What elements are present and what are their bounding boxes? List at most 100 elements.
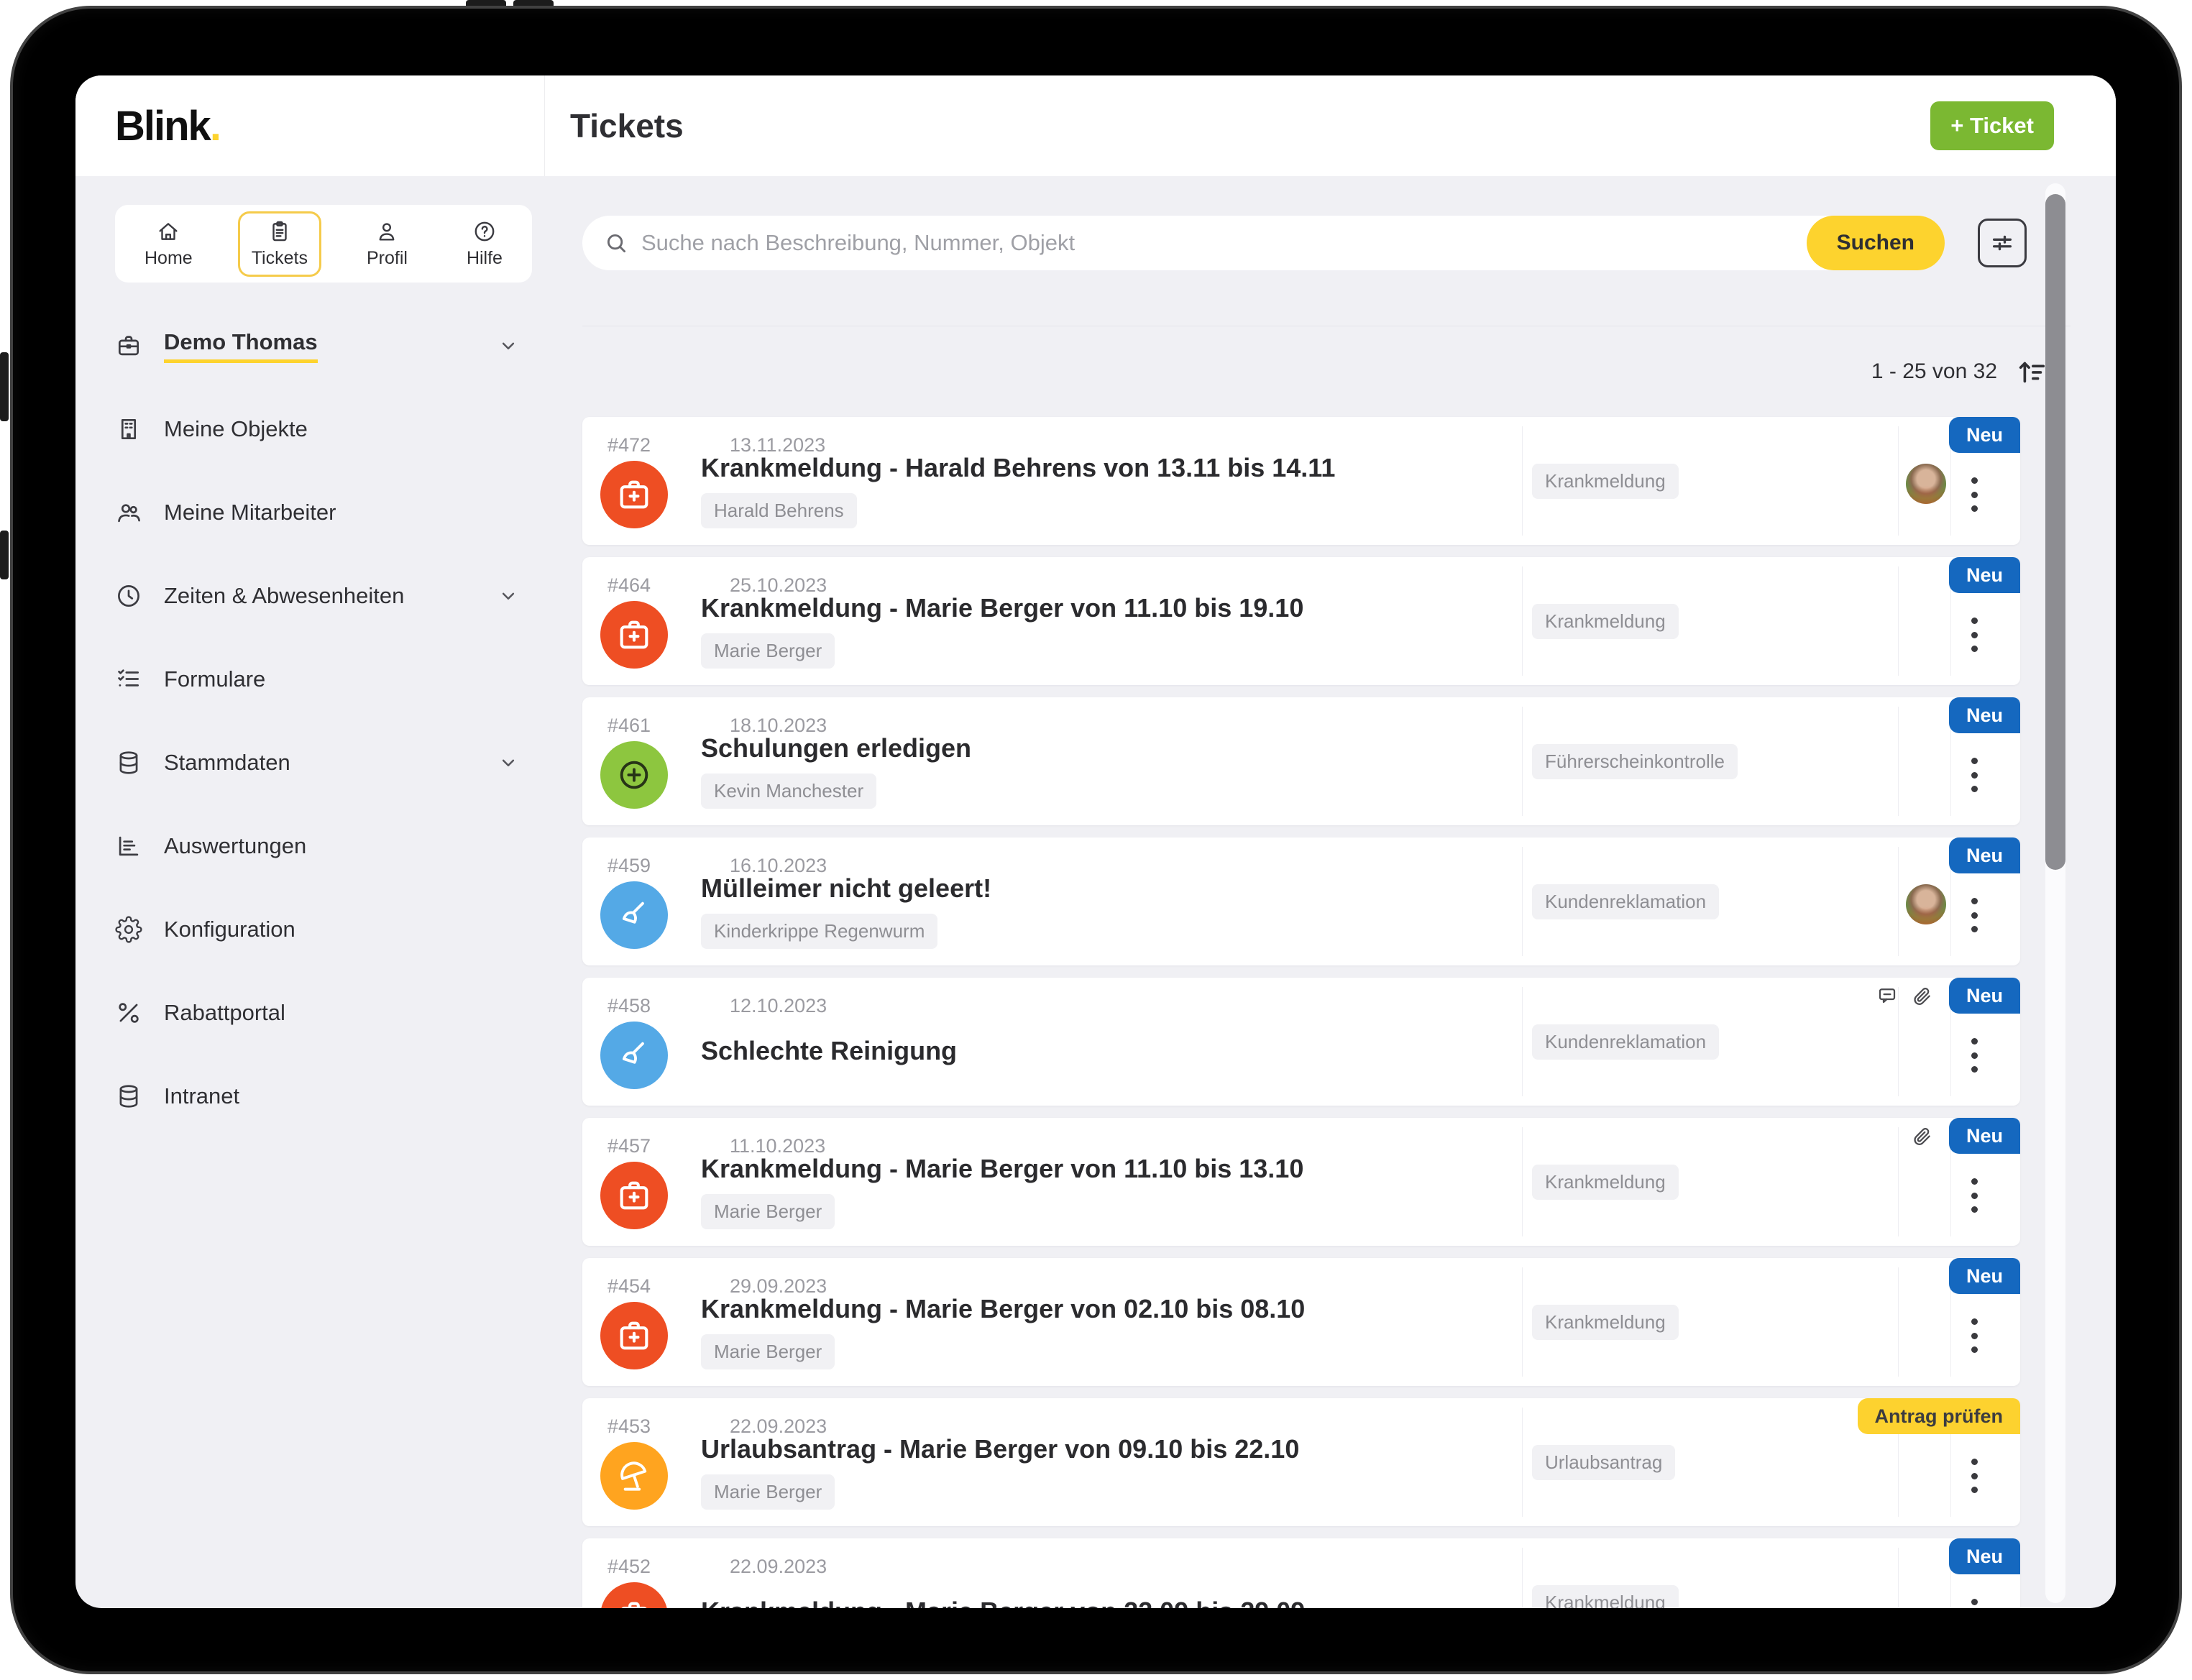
filter-button[interactable] <box>1978 219 2027 267</box>
sidebar-item-label: Stammdaten <box>164 750 290 776</box>
ticket-type-icon first-aid-icon <box>600 601 668 669</box>
quick-nav-profil[interactable]: Profil <box>353 211 421 277</box>
ticket-category-cell: Krankmeldung <box>1522 1258 1898 1386</box>
ticket-body: Krankmeldung - Marie Berger von 02.10 bi… <box>701 1287 1492 1376</box>
sidebar-item-label: Demo Thomas <box>164 329 318 363</box>
ticket-category-cell: Krankmeldung <box>1522 1118 1898 1246</box>
ticket-tag: Marie Berger <box>701 1194 835 1229</box>
ticket-category-cell: Kundenreklamation <box>1522 837 1898 965</box>
divider <box>1898 847 1899 956</box>
status-badge: Neu <box>1949 1258 2020 1294</box>
quick-nav-home[interactable]: Home <box>131 211 206 277</box>
logo-dot: . <box>210 102 221 150</box>
status-badge: Antrag prüfen <box>1858 1398 2021 1434</box>
ticket-row[interactable]: #45322.09.2023Urlaubsantrag - Marie Berg… <box>582 1398 2020 1526</box>
sidebar-item-konfiguration[interactable]: Konfiguration <box>115 888 545 971</box>
search-input[interactable] <box>640 215 1807 271</box>
sidebar: Home Tickets Profil Hilfe Demo Thomas Meine … <box>75 176 545 1608</box>
kebab-menu-button[interactable] <box>1963 1318 1985 1353</box>
quick-nav-hilfe[interactable]: Hilfe <box>453 211 516 277</box>
ticket-type-icon first-aid-icon <box>600 1582 668 1608</box>
attachment-icon <box>1911 985 1932 1006</box>
ticket-number: #459 <box>607 855 651 877</box>
ticket-title: Krankmeldung - Marie Berger von 11.10 bi… <box>701 1154 1303 1184</box>
kebab-menu-button[interactable] <box>1963 1178 1985 1213</box>
users-icon <box>115 499 142 526</box>
sidebar-item-zeiten-abwesenheiten[interactable]: Zeiten & Abwesenheiten <box>115 554 545 638</box>
quick-nav-label: Tickets <box>252 248 308 269</box>
sidebar-item-label: Formulare <box>164 666 265 692</box>
header-main: Tickets + Ticket <box>545 75 2116 176</box>
ticket-row[interactable]: #45429.09.2023Krankmeldung - Marie Berge… <box>582 1258 2020 1386</box>
avatar <box>1906 464 1946 504</box>
ticket-category-cell: Führerscheinkontrolle <box>1522 697 1898 825</box>
kebab-menu-button[interactable] <box>1963 898 1985 932</box>
database-icon <box>115 749 142 776</box>
status-badge: Neu <box>1949 1538 2020 1574</box>
chevron-down-icon <box>497 585 519 607</box>
ticket-row[interactable]: #46425.10.2023Krankmeldung - Marie Berge… <box>582 557 2020 685</box>
status-badge: Neu <box>1949 978 2020 1014</box>
status-badge: Neu <box>1949 697 2020 733</box>
ticket-row[interactable]: #45916.10.2023Mülleimer nicht geleert!Ki… <box>582 837 2020 965</box>
hardware-button <box>0 352 9 421</box>
list-toolbar: 1 - 25 von 32 <box>582 355 2058 388</box>
sidebar-item-meine-objekte[interactable]: Meine Objekte <box>115 387 545 471</box>
sort-icon[interactable] <box>2014 355 2047 388</box>
chevron-down-icon <box>497 335 519 357</box>
ticket-category: Krankmeldung <box>1532 1305 1679 1340</box>
comment-icon <box>1876 985 1898 1006</box>
sidebar-menu: Demo Thomas Meine ObjekteMeine Mitarbeite… <box>75 304 545 1138</box>
divider <box>1898 1267 1899 1377</box>
ticket-category: Krankmeldung <box>1532 1165 1679 1200</box>
sidebar-item-meine-mitarbeiter[interactable]: Meine Mitarbeiter <box>115 471 545 554</box>
sidebar-item-auswertungen[interactable]: Auswertungen <box>115 804 545 888</box>
sidebar-item-intranet[interactable]: Intranet <box>115 1055 545 1138</box>
sidebar-item-stammdaten[interactable]: Stammdaten <box>115 721 545 804</box>
ticket-row[interactable]: #45222.09.2023Krankmeldung - Marie Berge… <box>582 1538 2020 1608</box>
sliders-icon <box>1987 228 2017 258</box>
status-badge: Neu <box>1949 557 2020 593</box>
divider <box>1898 707 1899 816</box>
sidebar-item-rabattportal[interactable]: Rabattportal <box>115 971 545 1055</box>
ticket-body: Mülleimer nicht geleert!Kinderkrippe Reg… <box>701 866 1492 955</box>
ticket-meta <box>1911 1125 1932 1147</box>
search-button[interactable]: Suchen <box>1807 216 1945 270</box>
ticket-row[interactable]: #45812.10.2023Schlechte ReinigungKundenr… <box>582 978 2020 1106</box>
kebab-menu-button[interactable] <box>1963 1459 1985 1493</box>
kebab-menu-button[interactable] <box>1963 758 1985 792</box>
sidebar-item-formulare[interactable]: Formulare <box>115 638 545 721</box>
divider <box>1898 566 1899 676</box>
ticket-body: Krankmeldung - Marie Berger von 11.10 bi… <box>701 1147 1492 1236</box>
ticket-number: #457 <box>607 1135 651 1157</box>
sidebar-item-label: Zeiten & Abwesenheiten <box>164 583 404 609</box>
quick-nav-tickets[interactable]: Tickets <box>238 211 321 277</box>
kebab-menu-button[interactable] <box>1963 1599 1985 1608</box>
ticket-number: #458 <box>607 995 651 1017</box>
ticket-row[interactable]: #46118.10.2023Schulungen erledigenKevin … <box>582 697 2020 825</box>
ticket-title: Mülleimer nicht geleert! <box>701 873 991 904</box>
sidebar-item-demo-thomas[interactable]: Demo Thomas <box>115 304 545 387</box>
sidebar-item-label: Intranet <box>164 1083 239 1109</box>
ticket-type-icon plus-circle-icon <box>600 741 668 809</box>
ticket-category: Krankmeldung <box>1532 464 1679 499</box>
scrollbar-thumb[interactable] <box>2045 194 2065 870</box>
ticket-category: Kundenreklamation <box>1532 1024 1719 1060</box>
ticket-number: #461 <box>607 715 651 737</box>
new-ticket-button[interactable]: + Ticket <box>1930 101 2054 150</box>
kebab-menu-button[interactable] <box>1963 477 1985 512</box>
ticket-category: Urlaubsantrag <box>1532 1445 1675 1480</box>
status-badge: Neu <box>1949 417 2020 453</box>
main-content: Suchen 1 - 25 von 32 #47213.11.2023Krank… <box>545 176 2116 1608</box>
scrollbar[interactable] <box>2045 183 2065 1603</box>
kebab-menu-button[interactable] <box>1963 1038 1985 1073</box>
kebab-menu-button[interactable] <box>1963 618 1985 652</box>
app-logo: Blink <box>115 102 210 150</box>
ticket-number: #453 <box>607 1415 651 1438</box>
ticket-row[interactable]: #47213.11.2023Krankmeldung - Harald Behr… <box>582 417 2020 545</box>
result-count: 1 - 25 von 32 <box>1871 359 1997 384</box>
ticket-meta <box>1876 985 1932 1006</box>
app-window: Blink. Tickets + Ticket Home Tickets Profi… <box>75 75 2116 1608</box>
app-header: Blink. Tickets + Ticket <box>75 75 2116 176</box>
ticket-row[interactable]: #45711.10.2023Krankmeldung - Marie Berge… <box>582 1118 2020 1246</box>
